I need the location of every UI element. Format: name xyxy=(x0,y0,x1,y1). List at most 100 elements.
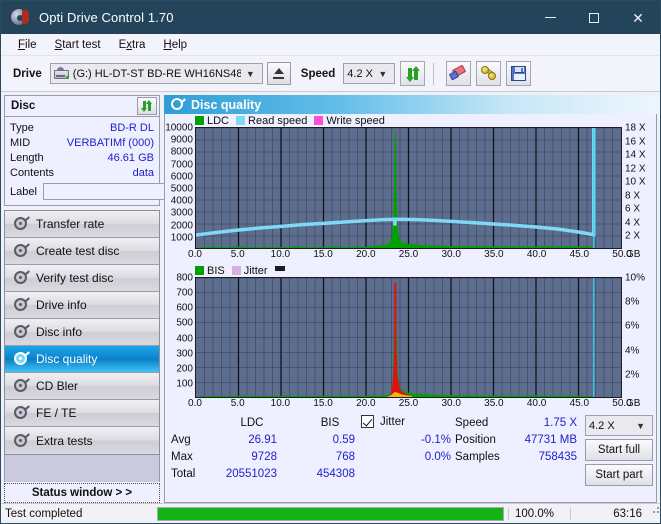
y2-tick-label: 8% xyxy=(625,296,640,308)
disc-row-mid: MID VERBATIMf (000) xyxy=(10,135,154,150)
stats-total-bis: 454308 xyxy=(316,468,355,480)
start-part-button[interactable]: Start part xyxy=(585,464,653,486)
disc-length-key: Length xyxy=(10,151,44,164)
x-tick-label: 30.0 xyxy=(441,249,461,260)
y2-tick-label: 8 X xyxy=(625,190,641,202)
menu-start-test[interactable]: Start test xyxy=(46,37,110,53)
y2-tick-label: 10% xyxy=(625,272,646,284)
disc-icon xyxy=(13,405,30,421)
disc-mid-key: MID xyxy=(10,136,31,149)
y-tick-label: 700 xyxy=(176,287,193,299)
jitter-label: Jitter xyxy=(380,415,405,428)
progress-bar xyxy=(157,506,504,521)
y-tick-label: 600 xyxy=(176,302,193,314)
y2-tick-label: 2 X xyxy=(625,230,641,242)
x-tick-label: 40.0 xyxy=(526,249,547,260)
legend-jitter: Jitter xyxy=(231,264,268,277)
chevron-down-icon: ▼ xyxy=(636,420,645,431)
refresh-button[interactable] xyxy=(400,61,426,86)
disc-icon xyxy=(13,378,30,394)
stats-corner xyxy=(165,415,213,432)
x-tick-label: 30.0 xyxy=(441,398,461,409)
legend-ldc: LDC xyxy=(195,115,229,127)
maximize-button[interactable] xyxy=(572,1,616,34)
y2-tick-label: 2% xyxy=(625,369,640,381)
menu-file[interactable]: FFileile xyxy=(9,37,46,53)
sidebar-item-disc-info[interactable]: Disc info xyxy=(5,319,159,346)
y-tick-label: 3000 xyxy=(170,207,193,219)
save-button[interactable] xyxy=(506,61,532,86)
legend-label: Jitter xyxy=(243,264,268,277)
legend-read-speed: Read speed xyxy=(236,115,307,127)
stats-area: LDC BIS Avg 26.91 0.59 Max 9728 768 Tota… xyxy=(165,412,656,491)
start-full-button[interactable]: Start full xyxy=(585,439,653,461)
disc-type-key: Type xyxy=(10,121,34,134)
y-tick-label: 9000 xyxy=(170,134,193,146)
minimize-button[interactable] xyxy=(528,1,572,34)
y2-tick-label: 6 X xyxy=(625,203,641,215)
disc-refresh-button[interactable] xyxy=(137,97,157,115)
disc-panel-header: Disc xyxy=(5,96,159,117)
menu-bar: FFileile Start test Extra Help xyxy=(1,34,660,56)
jitter-values: -0.1% 0.0% xyxy=(361,432,451,466)
sidebar-item-extra-tests[interactable]: Extra tests xyxy=(5,427,159,454)
drive-label: Drive xyxy=(13,67,42,80)
nav-list: Transfer rate Create test disc Verify te… xyxy=(4,210,160,455)
sidebar-label: FE / TE xyxy=(36,406,77,420)
x-tick-label: 35.0 xyxy=(484,398,504,409)
disc-icon xyxy=(13,243,30,259)
y-tick-label: 800 xyxy=(176,272,193,284)
x-tick-label: 5.0 xyxy=(230,249,245,260)
y-tick-label: 200 xyxy=(176,363,193,375)
drive-select[interactable]: (G:) HL-DT-ST BD-RE WH16NS48 1.D3 ▼ xyxy=(49,63,263,84)
gear-tool-icon xyxy=(480,66,497,81)
sidebar-item-transfer-rate[interactable]: Transfer rate xyxy=(5,211,159,238)
x-tick-label: 45.0 xyxy=(569,249,590,260)
sidebar-item-verify-test-disc[interactable]: Verify test disc xyxy=(5,265,159,292)
disc-quality-icon xyxy=(171,97,186,112)
sidebar-item-fe-te[interactable]: FE / TE xyxy=(5,400,159,427)
y-tick-label: 6000 xyxy=(170,171,193,183)
close-button[interactable]: ✕ xyxy=(616,1,660,34)
toolbar-separator xyxy=(433,62,435,85)
y-tick-label: 10000 xyxy=(165,122,193,134)
test-speed-select[interactable]: 4.2 X ▼ xyxy=(585,415,653,436)
sidebar-label: CD Bler xyxy=(36,379,79,393)
erase-button[interactable] xyxy=(446,61,472,86)
menu-help[interactable]: Help xyxy=(154,37,196,53)
top-chart-x-axis: 0.0 5.0 10.0 15.0 20.0 25.0 30.0 35.0 40.0 45.0 50… xyxy=(165,249,656,263)
sidebar-item-cd-bler[interactable]: CD Bler xyxy=(5,373,159,400)
stats-avg-bis: 0.59 xyxy=(332,434,355,446)
stats-position-row: Position 47731 MB xyxy=(455,432,585,449)
jitter-header: Jitter xyxy=(361,415,405,428)
stats-speed-key: Speed xyxy=(455,417,489,429)
sidebar-label: Disc quality xyxy=(36,352,98,366)
top-chart-legend: LDC Read speed Write speed xyxy=(165,114,656,127)
eject-button[interactable] xyxy=(266,62,291,85)
y2-tick-label: 16 X xyxy=(625,136,646,148)
status-message: Test completed xyxy=(5,507,83,520)
status-window-button[interactable]: Status window > > xyxy=(4,483,160,503)
window-controls: ✕ xyxy=(528,1,660,34)
stats-samples-key: Samples xyxy=(455,451,500,463)
window-title: Opti Drive Control 1.70 xyxy=(39,10,174,25)
jitter-checkbox[interactable] xyxy=(361,415,374,428)
status-bar: Test completed 100.0% 63:16 xyxy=(1,503,660,523)
disc-icon xyxy=(13,216,30,232)
menu-extra[interactable]: Extra xyxy=(110,37,155,53)
top-chart-y2-axis: 2 X4 X 6 X8 X 10 X 12 X 14 X 16 X 18 X xyxy=(622,123,656,249)
stats-speed-value: 1.75 X xyxy=(543,417,577,429)
disc-icon xyxy=(13,324,30,340)
disc-icon xyxy=(13,270,30,286)
legend-swatch xyxy=(274,265,285,271)
stats-row-avg-key: Avg xyxy=(171,434,191,446)
sidebar-item-drive-info[interactable]: Drive info xyxy=(5,292,159,319)
sidebar-item-create-test-disc[interactable]: Create test disc xyxy=(5,238,159,265)
refresh-icon xyxy=(140,99,154,113)
tools-button[interactable] xyxy=(476,61,502,86)
sidebar-label: Verify test disc xyxy=(36,271,114,285)
y-tick-label: 400 xyxy=(176,333,193,344)
x-tick-label: 25.0 xyxy=(398,398,419,409)
speed-select[interactable]: 4.2 X ▼ xyxy=(343,63,396,84)
sidebar-item-disc-quality[interactable]: Disc quality xyxy=(5,346,159,373)
